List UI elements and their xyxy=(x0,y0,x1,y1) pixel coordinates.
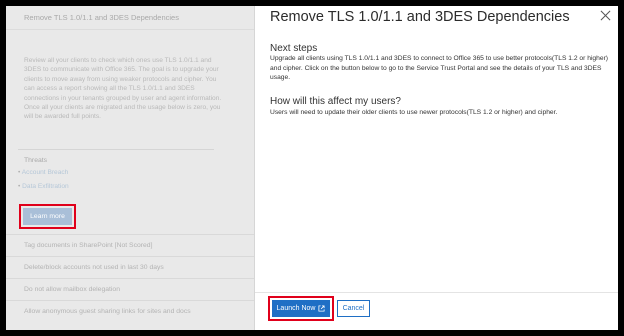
cancel-button[interactable]: Cancel xyxy=(337,300,370,317)
divider xyxy=(18,149,214,150)
background-header: Remove TLS 1.0/1.1 and 3DES Dependencies xyxy=(6,6,254,30)
action-row[interactable]: Tag documents in SharePoint [Not Scored] xyxy=(6,234,254,256)
action-row[interactable]: Delete/block accounts not used in last 3… xyxy=(6,256,254,278)
close-icon[interactable] xyxy=(599,9,613,23)
threats-heading: Threats xyxy=(24,157,48,164)
background-header-title: Remove TLS 1.0/1.1 and 3DES Dependencies xyxy=(24,13,179,22)
threat-item[interactable]: Account Breach xyxy=(18,169,69,176)
next-steps-body: Upgrade all clients using TLS 1.0/1.1 an… xyxy=(270,55,609,81)
action-row-label: Delete/block accounts not used in last 3… xyxy=(24,264,164,271)
threat-item[interactable]: Data Exfiltration xyxy=(18,183,69,190)
highlight-box xyxy=(19,204,76,229)
detail-panel: Remove TLS 1.0/1.1 and 3DES Dependencies… xyxy=(254,6,618,330)
footer-divider xyxy=(255,292,618,293)
panel-title: Remove TLS 1.0/1.1 and 3DES Dependencies xyxy=(270,9,570,25)
action-row-label: Tag documents in SharePoint [Not Scored] xyxy=(24,242,153,249)
action-row-label: Do not allow mailbox delegation xyxy=(24,286,120,293)
background-page: Remove TLS 1.0/1.1 and 3DES Dependencies… xyxy=(6,6,254,330)
action-row[interactable]: Allow anonymous guest sharing links for … xyxy=(6,300,254,322)
action-row[interactable]: Do not allow mailbox delegation xyxy=(6,278,254,300)
impact-heading: How will this affect my users? xyxy=(270,96,401,107)
background-description: Review all your clients to check which o… xyxy=(24,57,222,121)
next-steps-heading: Next steps xyxy=(270,43,318,54)
action-row-label: Allow anonymous guest sharing links for … xyxy=(24,308,191,315)
impact-body: Users will need to update their older cl… xyxy=(270,109,558,116)
screenshot-frame: Remove TLS 1.0/1.1 and 3DES Dependencies… xyxy=(6,6,618,330)
highlight-box xyxy=(268,296,334,321)
